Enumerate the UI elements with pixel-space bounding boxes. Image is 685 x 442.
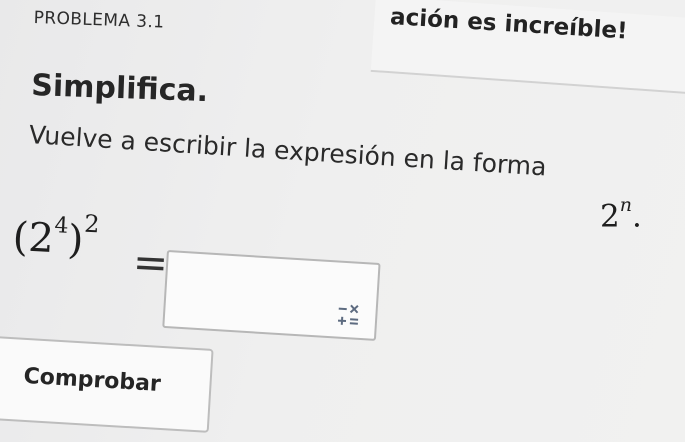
equals-sign: = [131, 237, 170, 288]
target-base: 2 [600, 198, 620, 235]
target-form: 2n. [600, 194, 642, 235]
instruction-text: Vuelve a escribir la expresión en la for… [28, 120, 548, 182]
close-paren: ) [66, 216, 85, 264]
check-button-label: Comprobar [22, 363, 162, 397]
problem-heading: Simplifica. [30, 68, 209, 110]
math-keypad-icon-svg [337, 304, 359, 325]
outer-exponent: 2 [83, 209, 101, 239]
power-expression: (24)2 [12, 210, 101, 264]
expression-base: 2 [27, 214, 56, 263]
check-button[interactable]: Comprobar [0, 336, 214, 433]
answer-input[interactable] [162, 250, 381, 341]
math-keypad-icon[interactable] [335, 300, 363, 330]
problem-label: PROBLEMA 3.1 [33, 8, 165, 33]
target-exponent: n [619, 194, 632, 216]
target-suffix: . [631, 198, 642, 235]
problem-instruction: Vuelve a escribir la expresión en la for… [28, 120, 547, 181]
inner-exponent: 4 [53, 212, 70, 239]
